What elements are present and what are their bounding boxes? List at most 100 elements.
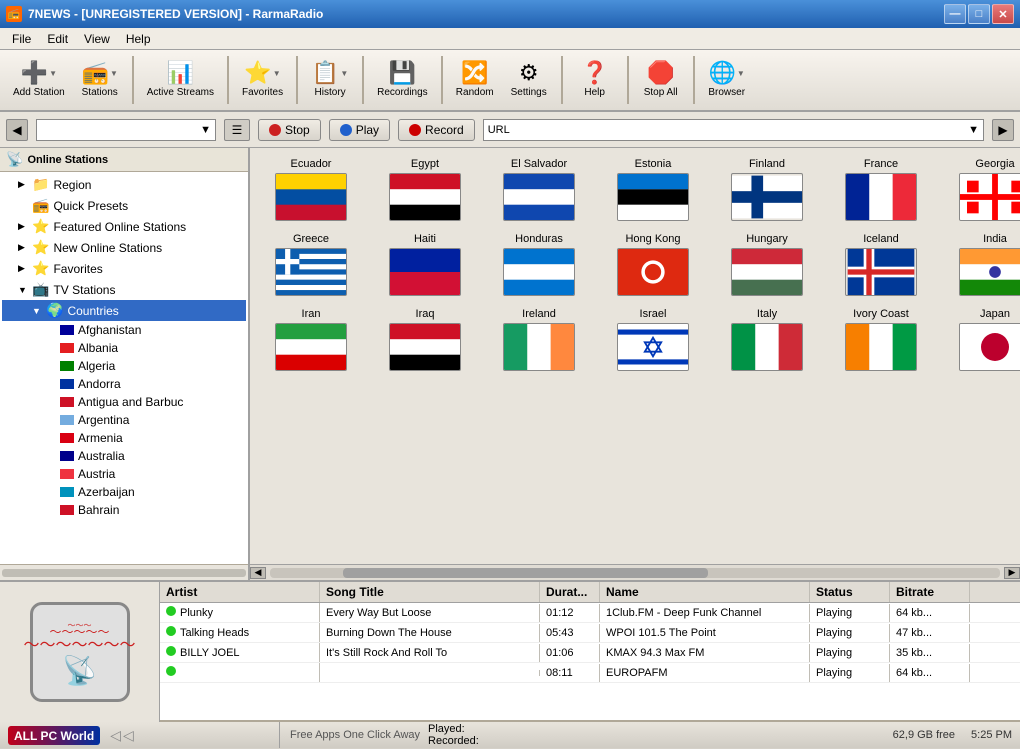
country-honduras-flag	[503, 248, 575, 296]
country-ecuador[interactable]: Ecuador	[256, 154, 366, 225]
favorites-button[interactable]: ⭐ ▼ Favorites	[235, 53, 290, 107]
row3-name: KMAX 94.3 Max FM	[600, 644, 810, 662]
row2-song: Burning Down The House	[320, 624, 540, 642]
transport-bar: ◀ ▼ ☰ Stop Play Record URL ▼ ▶	[0, 112, 1020, 148]
stop-button[interactable]: Stop	[258, 119, 321, 141]
hscroll-thumb[interactable]	[343, 568, 708, 578]
hscroll-track[interactable]	[270, 568, 1000, 578]
tree-item-featured[interactable]: ▶ ⭐ Featured Online Stations	[2, 216, 246, 237]
tree-item-afghanistan[interactable]: Afghanistan	[2, 321, 246, 339]
hscroll-left[interactable]: ◀	[250, 567, 266, 579]
playlist-row[interactable]: Plunky Every Way But Loose 01:12 1Club.F…	[160, 603, 1020, 623]
tree-view[interactable]: ▶ 📁 Region 📻 Quick Presets ▶ ⭐ Featured …	[0, 172, 248, 564]
tree-item-argentina[interactable]: Argentina	[2, 411, 246, 429]
country-hong-kong[interactable]: Hong Kong	[598, 229, 708, 300]
country-estonia[interactable]: Estonia	[598, 154, 708, 225]
tree-combo[interactable]: ▼	[36, 119, 216, 141]
tree-item-bahrain[interactable]: Bahrain	[2, 501, 246, 519]
stop-all-button[interactable]: 🛑 Stop All	[635, 53, 687, 107]
menu-edit[interactable]: Edit	[39, 30, 76, 48]
country-france[interactable]: France	[826, 154, 936, 225]
tree-item-australia[interactable]: Australia	[2, 447, 246, 465]
stop-all-icon: 🛑	[647, 62, 674, 84]
tree-hscroll[interactable]	[0, 564, 248, 580]
settings-button[interactable]: ⚙ Settings	[503, 53, 555, 107]
country-el-salvador-name: El Salvador	[511, 158, 567, 170]
country-iran-name: Iran	[302, 308, 321, 320]
country-japan[interactable]: Japan	[940, 304, 1020, 375]
menu-help[interactable]: Help	[118, 30, 159, 48]
maximize-button[interactable]: □	[968, 4, 990, 24]
country-finland[interactable]: Finland	[712, 154, 822, 225]
country-georgia[interactable]: Georgia	[940, 154, 1020, 225]
toolbar-separator-8	[693, 56, 695, 104]
playlist-row[interactable]: 08:11 EUROPAFM Playing 64 kb...	[160, 663, 1020, 683]
country-ireland[interactable]: Ireland	[484, 304, 594, 375]
tree-item-azerbaijan[interactable]: Azerbaijan	[2, 483, 246, 501]
bahrain-flag	[60, 505, 74, 515]
record-button[interactable]: Record	[398, 119, 475, 141]
country-ivory-coast[interactable]: Ivory Coast	[826, 304, 936, 375]
country-haiti[interactable]: Haiti	[370, 229, 480, 300]
minimize-button[interactable]: —	[944, 4, 966, 24]
tree-item-algeria[interactable]: Algeria	[2, 357, 246, 375]
andorra-flag	[60, 379, 74, 389]
playlist-rows: Plunky Every Way But Loose 01:12 1Club.F…	[160, 603, 1020, 683]
tree-item-region[interactable]: ▶ 📁 Region	[2, 174, 246, 195]
tree-item-andorra[interactable]: Andorra	[2, 375, 246, 393]
menu-file[interactable]: File	[4, 30, 39, 48]
url-input[interactable]: URL ▼	[483, 119, 984, 141]
tree-combo-arrow[interactable]: ▼	[200, 124, 211, 136]
row4-song	[320, 670, 540, 676]
country-egypt[interactable]: Egypt	[370, 154, 480, 225]
country-haiti-name: Haiti	[414, 233, 436, 245]
status-logo: ALL PC World	[8, 726, 100, 745]
recordings-button[interactable]: 💾 Recordings	[370, 53, 435, 107]
countries-hscroll[interactable]: ◀ ▶	[250, 564, 1020, 580]
austria-flag	[60, 469, 74, 479]
tree-item-albania[interactable]: Albania	[2, 339, 246, 357]
tree-item-favorites[interactable]: ▶ ⭐ Favorites	[2, 258, 246, 279]
active-streams-button[interactable]: 📊 Active Streams	[140, 53, 221, 107]
country-greece[interactable]: Greece	[256, 229, 366, 300]
tree-item-antigua[interactable]: Antigua and Barbuc	[2, 393, 246, 411]
url-dropdown-arrow[interactable]: ▼	[968, 124, 979, 136]
new-online-label: New Online Stations	[53, 241, 162, 255]
favorites-tree-icon: ⭐	[32, 260, 49, 277]
countries-arrow: ▼	[32, 306, 46, 316]
playlist-row[interactable]: Talking Heads Burning Down The House 05:…	[160, 623, 1020, 643]
hscroll-right[interactable]: ▶	[1004, 567, 1020, 579]
random-button[interactable]: 🔀 Random	[449, 53, 501, 107]
country-israel[interactable]: Israel	[598, 304, 708, 375]
browser-button[interactable]: 🌐 ▼ Browser	[701, 53, 753, 107]
playlist-row[interactable]: BILLY JOEL It's Still Rock And Roll To 0…	[160, 643, 1020, 663]
menu-view[interactable]: View	[76, 30, 118, 48]
close-button[interactable]: ✕	[992, 4, 1014, 24]
country-el-salvador[interactable]: El Salvador	[484, 154, 594, 225]
country-iraq[interactable]: Iraq	[370, 304, 480, 375]
nav-back-button[interactable]: ◀	[6, 119, 28, 141]
help-button[interactable]: ❓ Help	[569, 53, 621, 107]
country-iran[interactable]: Iran	[256, 304, 366, 375]
nav-forward-button[interactable]: ▶	[992, 119, 1014, 141]
country-iceland[interactable]: Iceland	[826, 229, 936, 300]
tree-icon-button[interactable]: ☰	[224, 119, 250, 141]
country-honduras[interactable]: Honduras	[484, 229, 594, 300]
tree-item-new-online[interactable]: ▶ ⭐ New Online Stations	[2, 237, 246, 258]
stations-button[interactable]: 📻 ▼ Stations	[74, 53, 126, 107]
bottom-section: 〜〜〜 〜〜〜〜〜 〜〜〜〜〜〜〜 📡 Artist Song Title Du…	[0, 580, 1020, 720]
tree-item-countries[interactable]: ▼ 🌍 Countries	[2, 300, 246, 321]
country-finland-name: Finland	[749, 158, 785, 170]
tree-item-austria[interactable]: Austria	[2, 465, 246, 483]
history-button[interactable]: 📋 ▼ History	[304, 53, 356, 107]
tree-item-armenia[interactable]: Armenia	[2, 429, 246, 447]
tree-item-quick-presets[interactable]: 📻 Quick Presets	[2, 195, 246, 216]
tree-item-tv-stations[interactable]: ▼ 📺 TV Stations	[2, 279, 246, 300]
country-italy[interactable]: Italy	[712, 304, 822, 375]
play-button[interactable]: Play	[329, 119, 390, 141]
country-hungary[interactable]: Hungary	[712, 229, 822, 300]
country-india[interactable]: India	[940, 229, 1020, 300]
countries-scroll[interactable]: Ecuador Egypt El	[250, 148, 1020, 564]
add-station-button[interactable]: ➕ ▼ Add Station	[6, 53, 72, 107]
stations-label: Stations	[82, 87, 118, 98]
